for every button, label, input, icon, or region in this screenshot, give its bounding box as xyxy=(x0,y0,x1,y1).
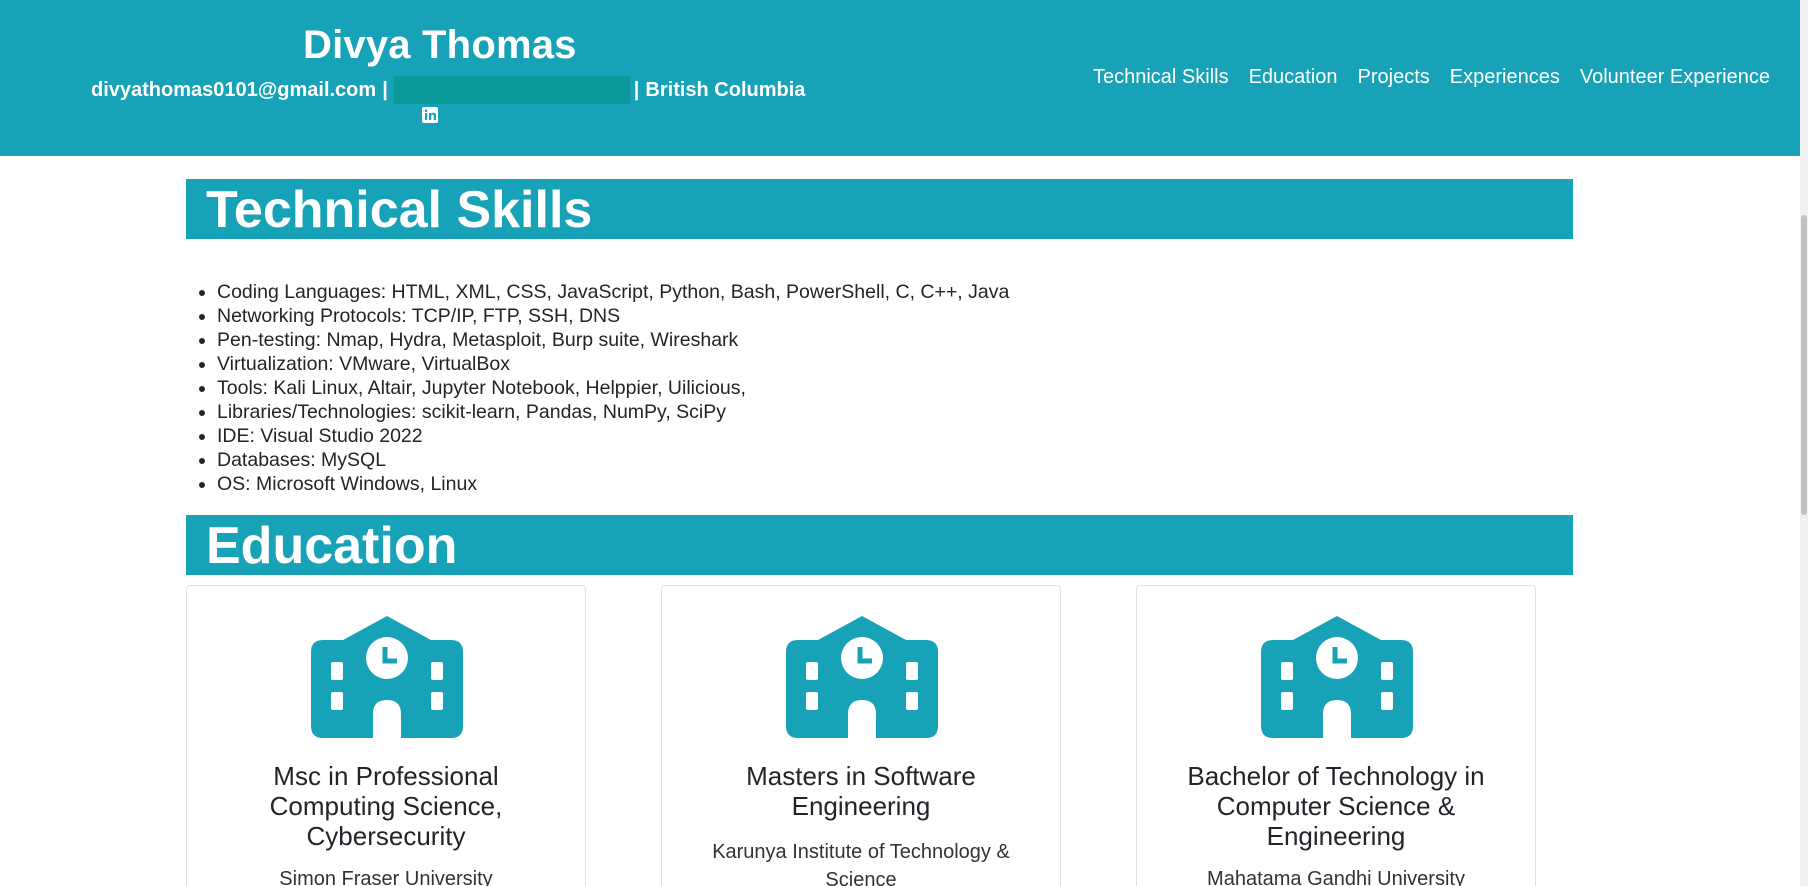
nav-experiences[interactable]: Experiences xyxy=(1450,66,1560,89)
technical-skills-heading: Technical Skills xyxy=(186,179,1573,239)
location-text: British Columbia xyxy=(645,78,806,101)
school-icon xyxy=(786,616,938,738)
page-scrollbar[interactable] xyxy=(1800,0,1808,886)
skill-item: Pen-testing: Nmap, Hydra, Metasploit, Bu… xyxy=(217,328,1009,352)
scrollbar-thumb[interactable] xyxy=(1801,215,1807,515)
education-card: Bachelor of Technology in Computer Scien… xyxy=(1136,585,1536,886)
skill-item: OS: Microsoft Windows, Linux xyxy=(217,472,1009,496)
education-card: Masters in Software Engineering Karunya … xyxy=(661,585,1061,886)
linkedin-icon[interactable] xyxy=(421,106,439,124)
degree-title: Masters in Software Engineering xyxy=(746,761,976,821)
contact-line: divyathomas0101@gmail.com | | British Co… xyxy=(91,76,805,104)
redacted-phone xyxy=(393,76,630,104)
email-text: divyathomas0101@gmail.com xyxy=(91,78,377,101)
school-icon xyxy=(1261,616,1413,738)
nav-volunteer-experience[interactable]: Volunteer Experience xyxy=(1580,66,1770,89)
institution-name: Simon Fraser University xyxy=(279,868,493,886)
site-header: Divya Thomas divyathomas0101@gmail.com |… xyxy=(0,0,1800,156)
skill-item: Virtualization: VMware, VirtualBox xyxy=(217,352,1009,376)
skill-item: Networking Protocols: TCP/IP, FTP, SSH, … xyxy=(217,304,1009,328)
skills-list: Coding Languages: HTML, XML, CSS, JavaSc… xyxy=(217,280,1009,496)
skill-item: Databases: MySQL xyxy=(217,448,1009,472)
institution-name: Mahatama Gandhi University xyxy=(1207,868,1465,886)
degree-title: Msc in Professional Computing Science, C… xyxy=(269,761,503,851)
education-card: Msc in Professional Computing Science, C… xyxy=(186,585,586,886)
separator: | xyxy=(382,78,388,101)
education-heading: Education xyxy=(186,515,1573,575)
skill-item: Tools: Kali Linux, Altair, Jupyter Noteb… xyxy=(217,376,1009,400)
separator: | xyxy=(633,78,640,101)
nav-education[interactable]: Education xyxy=(1249,66,1338,89)
school-icon xyxy=(311,616,463,738)
skill-item: Libraries/Technologies: scikit-learn, Pa… xyxy=(217,400,1009,424)
degree-title: Bachelor of Technology in Computer Scien… xyxy=(1187,761,1485,851)
page-title: Divya Thomas xyxy=(303,23,577,67)
top-nav: Technical Skills Education Projects Expe… xyxy=(1073,66,1770,89)
skill-item: Coding Languages: HTML, XML, CSS, JavaSc… xyxy=(217,280,1009,304)
nav-projects[interactable]: Projects xyxy=(1358,66,1430,89)
skill-item: IDE: Visual Studio 2022 xyxy=(217,424,1009,448)
nav-technical-skills[interactable]: Technical Skills xyxy=(1093,66,1229,89)
institution-name: Karunya Institute of Technology & Scienc… xyxy=(712,841,1010,886)
